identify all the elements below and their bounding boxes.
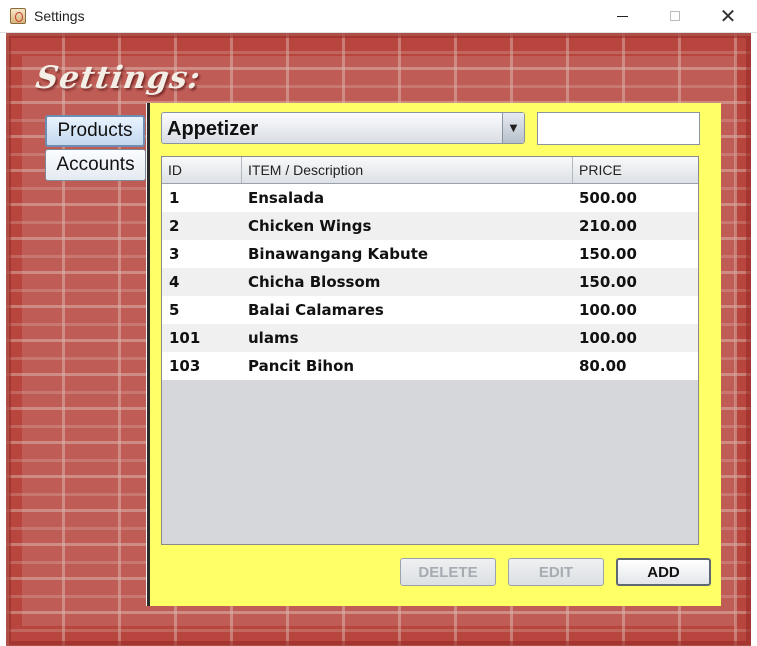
close-icon: ✕ bbox=[719, 4, 737, 28]
products-table: ID ITEM / Description PRICE 1 Ensalada 5… bbox=[161, 156, 699, 545]
cell-item: Chicha Blossom bbox=[248, 273, 381, 291]
cell-id: 1 bbox=[169, 189, 180, 207]
column-header-price[interactable]: PRICE bbox=[573, 157, 698, 183]
delete-button[interactable]: DELETE bbox=[400, 558, 496, 586]
cell-item: Binawangang Kabute bbox=[248, 245, 429, 263]
cell-price: 80.00 bbox=[579, 357, 627, 375]
window-title-bar: Settings ✕ bbox=[0, 0, 757, 33]
cell-item: Pancit Bihon bbox=[248, 357, 355, 375]
cell-item: ulams bbox=[248, 329, 299, 347]
cell-price: 500.00 bbox=[579, 189, 637, 207]
table-row[interactable]: 103 Pancit Bihon 80.00 bbox=[162, 352, 698, 380]
minimize-icon bbox=[616, 15, 628, 17]
add-button[interactable]: ADD bbox=[616, 558, 711, 586]
table-row[interactable]: 4 Chicha Blossom 150.00 bbox=[162, 268, 698, 296]
table-row[interactable]: 101 ulams 100.00 bbox=[162, 324, 698, 352]
cell-price: 150.00 bbox=[579, 245, 637, 263]
cell-id: 2 bbox=[169, 217, 180, 235]
cell-id: 4 bbox=[169, 273, 180, 291]
table-row[interactable]: 2 Chicken Wings 210.00 bbox=[162, 212, 698, 240]
cell-id: 101 bbox=[169, 329, 201, 347]
maximize-button[interactable] bbox=[648, 0, 702, 32]
cell-item: Ensalada bbox=[248, 189, 325, 207]
cell-price: 100.00 bbox=[579, 329, 637, 347]
table-body: 1 Ensalada 500.00 2 Chicken Wings 210.00… bbox=[162, 184, 698, 380]
minimize-button[interactable] bbox=[595, 0, 649, 32]
page-title: Settings: bbox=[33, 60, 204, 96]
nav-products-button[interactable]: Products bbox=[45, 115, 145, 147]
cell-id: 5 bbox=[169, 301, 180, 319]
table-row[interactable]: 1 Ensalada 500.00 bbox=[162, 184, 698, 212]
window-title: Settings bbox=[34, 8, 85, 24]
table-row[interactable]: 3 Binawangang Kabute 150.00 bbox=[162, 240, 698, 268]
table-header: ID ITEM / Description PRICE bbox=[162, 157, 698, 184]
close-button[interactable]: ✕ bbox=[701, 0, 755, 32]
search-input[interactable] bbox=[537, 112, 700, 145]
cell-item: Balai Calamares bbox=[248, 301, 384, 319]
column-header-id[interactable]: ID bbox=[162, 157, 242, 183]
column-header-item[interactable]: ITEM / Description bbox=[242, 157, 573, 183]
nav-accounts-button[interactable]: Accounts bbox=[45, 149, 146, 181]
category-selected-value: Appetizer bbox=[167, 118, 259, 140]
table-row[interactable]: 5 Balai Calamares 100.00 bbox=[162, 296, 698, 324]
cell-price: 100.00 bbox=[579, 301, 637, 319]
edit-button[interactable]: EDIT bbox=[508, 558, 604, 586]
category-dropdown[interactable]: Appetizer ▼ bbox=[161, 112, 525, 144]
chevron-down-icon[interactable]: ▼ bbox=[502, 113, 524, 143]
cell-id: 103 bbox=[169, 357, 201, 375]
maximize-icon bbox=[670, 11, 680, 21]
cell-id: 3 bbox=[169, 245, 180, 263]
cell-price: 150.00 bbox=[579, 273, 637, 291]
cell-item: Chicken Wings bbox=[248, 217, 372, 235]
cell-price: 210.00 bbox=[579, 217, 637, 235]
java-app-icon bbox=[10, 8, 26, 24]
